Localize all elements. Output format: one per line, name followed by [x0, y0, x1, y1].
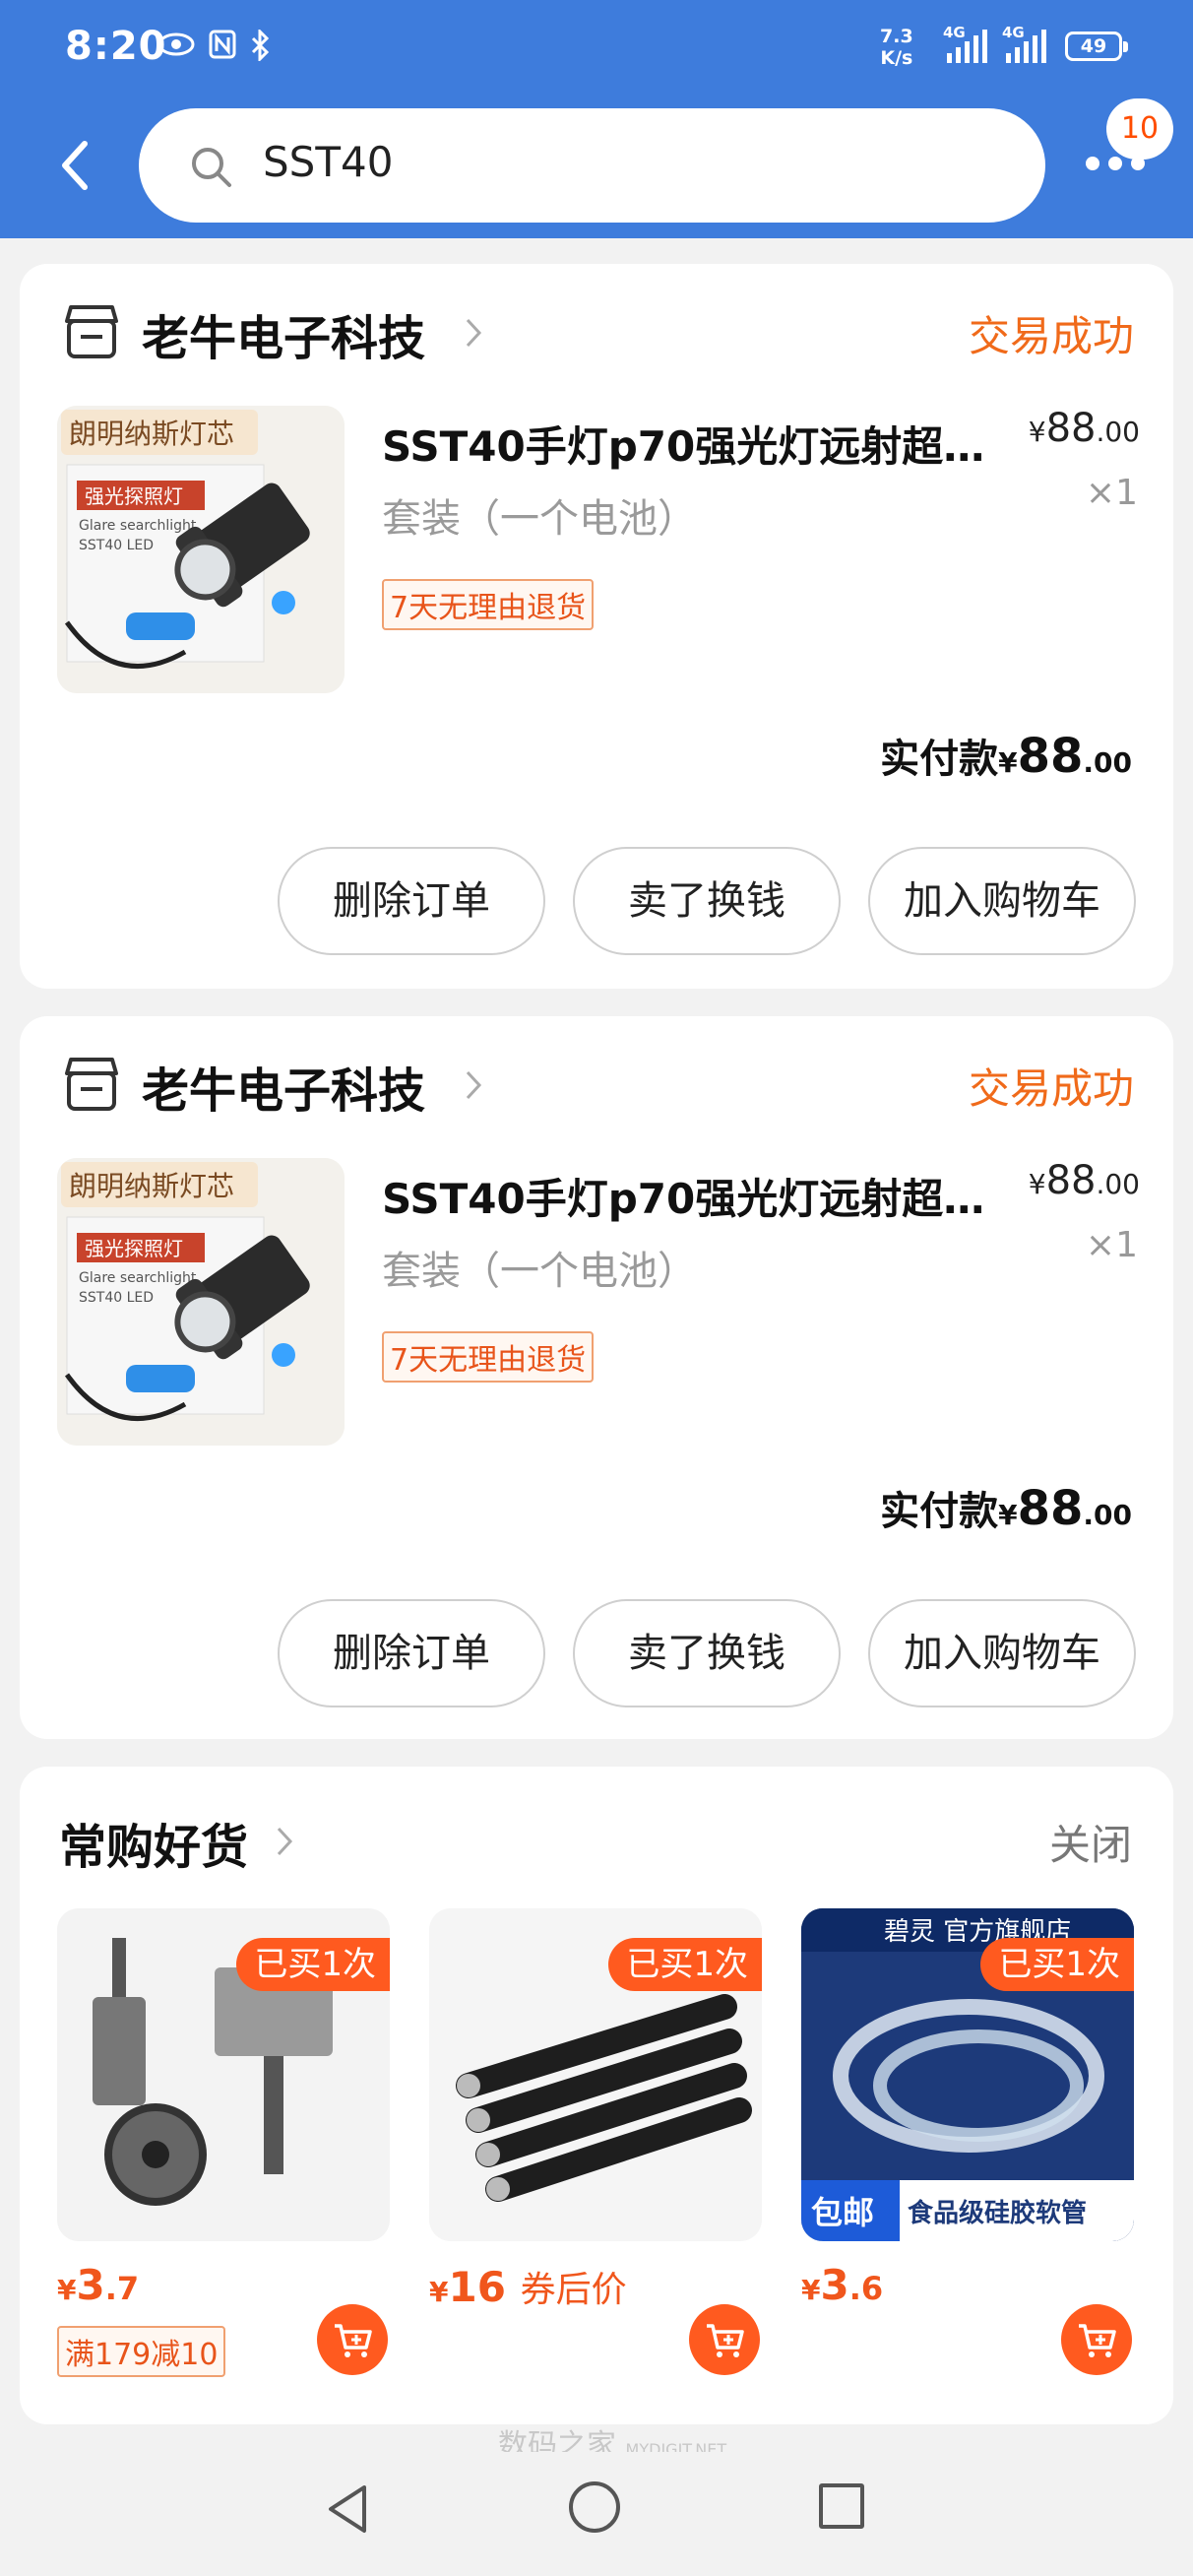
- back-button[interactable]: [55, 136, 94, 195]
- product-image[interactable]: 朗明纳斯灯芯 强光探照灯 Glare searchlight SST40 LED: [57, 406, 345, 693]
- search-input[interactable]: SST40: [139, 108, 1045, 223]
- quantity: ×1: [1085, 473, 1138, 513]
- system-nav-bar: [0, 2452, 1193, 2576]
- store-icon: [61, 301, 122, 362]
- add-to-cart-button[interactable]: 加入购物车: [868, 1599, 1136, 1707]
- product-image[interactable]: 朗明纳斯灯芯 强光探照灯 Glare searchlight SST40 LED: [57, 1158, 345, 1446]
- status-icons: [157, 28, 272, 69]
- nav-recent-apps-icon[interactable]: [819, 2483, 864, 2529]
- svg-text:Glare searchlight: Glare searchlight: [79, 1270, 197, 1286]
- chevron-right-icon[interactable]: [463, 1067, 484, 1103]
- return-policy-tag: 7天无理由退货: [382, 1331, 595, 1383]
- return-policy-tag: 7天无理由退货: [382, 579, 595, 630]
- chevron-right-icon[interactable]: [274, 1824, 295, 1859]
- svg-text:强光探照灯: 强光探照灯: [85, 1237, 183, 1260]
- battery-icon: 49: [1065, 32, 1128, 61]
- delete-order-button[interactable]: 删除订单: [278, 847, 545, 955]
- nav-back-icon[interactable]: [325, 2483, 370, 2539]
- recommended-product-image[interactable]: 已买1次: [429, 1908, 762, 2241]
- add-to-cart-icon[interactable]: [689, 2304, 760, 2375]
- close-section-button[interactable]: 关闭: [1049, 1812, 1132, 1872]
- search-query: SST40: [263, 138, 394, 186]
- product-title[interactable]: SST40手灯p70强光灯远射超亮充电户外: [382, 414, 1012, 474]
- resell-button[interactable]: 卖了换钱: [573, 1599, 841, 1707]
- bought-count-badge: 已买1次: [236, 1938, 390, 1991]
- add-to-cart-icon[interactable]: [317, 2304, 388, 2375]
- svg-text:SST40 LED: SST40 LED: [79, 538, 154, 553]
- coupon-tag: 满179减10: [57, 2326, 226, 2377]
- bought-count-badge: 已买1次: [608, 1938, 762, 1991]
- svg-text:SST40 LED: SST40 LED: [79, 1290, 154, 1306]
- product-spec: 套装（一个电池）: [382, 1249, 697, 1294]
- product-title[interactable]: SST40手灯p70强光灯远射超亮充电户外: [382, 1166, 1012, 1226]
- status-bar: 8:20 7.3 K/s 4G 4G 49: [0, 0, 1193, 98]
- promo-free-shipping-text: 包邮: [811, 2194, 874, 2231]
- shop-name[interactable]: 老牛电子科技: [142, 299, 425, 368]
- order-card: 老牛电子科技 交易成功 朗明纳斯灯芯 强光探照灯 Glare searchlig…: [20, 264, 1173, 989]
- add-to-cart-button[interactable]: 加入购物车: [868, 847, 1136, 955]
- recommended-price: ¥3.7: [57, 2261, 140, 2309]
- svg-text:强光探照灯: 强光探照灯: [85, 484, 183, 508]
- unit-price: ¥88.00: [1028, 406, 1140, 451]
- top-header: 8:20 7.3 K/s 4G 4G 49 SST40 10: [0, 0, 1193, 238]
- eye-icon: [157, 30, 195, 69]
- signal-strength-icon: 4G: [943, 24, 987, 63]
- nfc-icon: [209, 30, 236, 69]
- frequently-bought-section: 常购好货 关闭 已买1次 ¥3.7 满179减10 已买1次 ¥16 券后价 碧…: [20, 1767, 1173, 2424]
- signal-strength-icon-2: 4G: [1002, 24, 1046, 63]
- quantity: ×1: [1085, 1225, 1138, 1265]
- order-status: 交易成功: [968, 1064, 1134, 1113]
- recommended-product-image[interactable]: 碧灵 官方旗舰店 包邮 食品级硅胶软管 已买1次: [801, 1908, 1134, 2241]
- recommended-price: ¥3.6: [801, 2261, 884, 2309]
- network-speed: 7.3 K/s: [880, 26, 913, 69]
- section-title[interactable]: 常购好货: [59, 1808, 248, 1877]
- promo-product-text: 食品级硅胶软管: [908, 2198, 1087, 2228]
- product-spec: 套装（一个电池）: [382, 496, 697, 542]
- recommended-price: ¥16 券后价: [429, 2263, 627, 2311]
- status-time: 8:20: [65, 24, 167, 69]
- message-count-badge[interactable]: 10: [1106, 98, 1173, 160]
- bought-count-badge: 已买1次: [980, 1938, 1134, 1991]
- chevron-right-icon[interactable]: [463, 315, 484, 351]
- shop-name[interactable]: 老牛电子科技: [142, 1052, 425, 1121]
- order-card: 老牛电子科技 交易成功 朗明纳斯灯芯 强光探照灯 Glare searchlig…: [20, 1016, 1173, 1739]
- add-to-cart-icon[interactable]: [1061, 2304, 1132, 2375]
- order-status: 交易成功: [968, 312, 1134, 360]
- store-icon: [61, 1054, 122, 1115]
- paid-amount: 实付款¥88.00: [880, 729, 1132, 784]
- bluetooth-icon: [250, 28, 272, 69]
- search-icon: [188, 144, 233, 189]
- resell-button[interactable]: 卖了换钱: [573, 847, 841, 955]
- delete-order-button[interactable]: 删除订单: [278, 1599, 545, 1707]
- unit-price: ¥88.00: [1028, 1158, 1140, 1203]
- recommended-product-image[interactable]: 已买1次: [57, 1908, 390, 2241]
- image-brand-text: 朗明纳斯灯芯: [69, 418, 234, 450]
- nav-home-icon[interactable]: [569, 2481, 620, 2533]
- paid-amount: 实付款¥88.00: [880, 1481, 1132, 1536]
- image-brand-text: 朗明纳斯灯芯: [69, 1170, 234, 1202]
- svg-text:Glare searchlight: Glare searchlight: [79, 518, 197, 534]
